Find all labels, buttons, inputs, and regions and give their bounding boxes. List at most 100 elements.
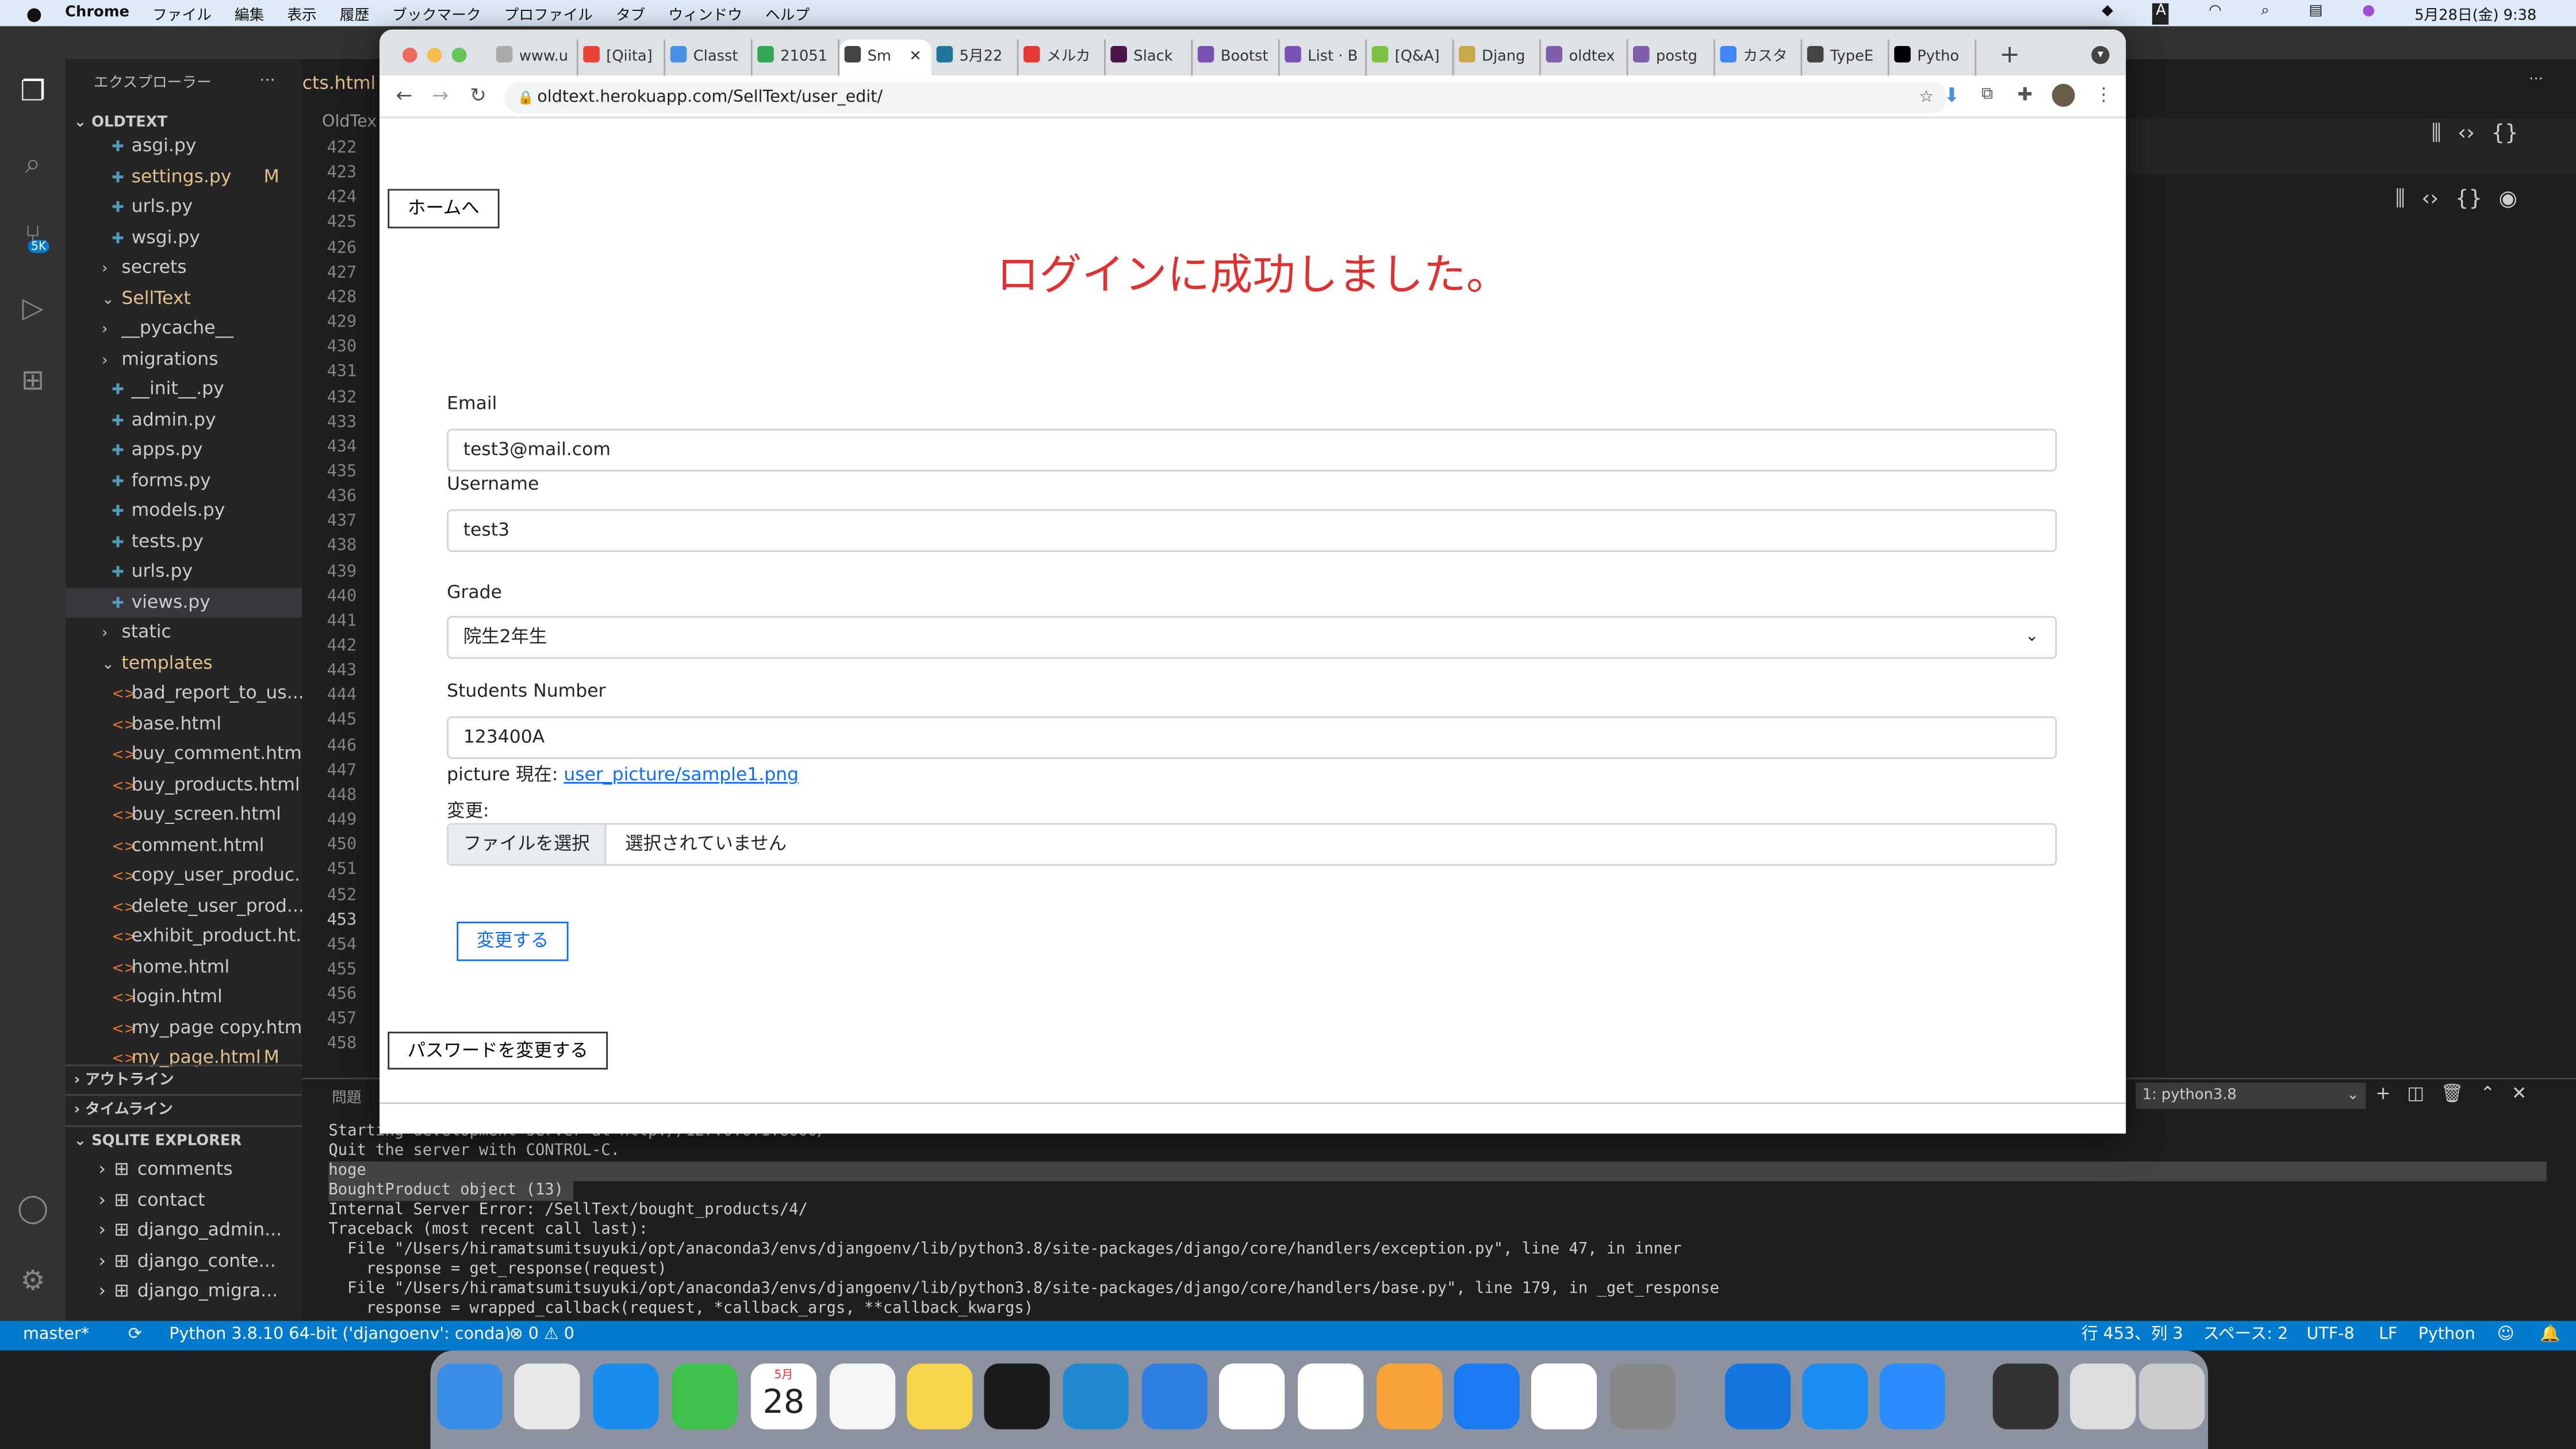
zoom-window-icon[interactable] <box>451 47 467 63</box>
sqlite-explorer-section[interactable]: ⌄ SQLITE EXPLORER <box>66 1125 302 1155</box>
tab-search-icon[interactable]: ▾ <box>2091 46 2110 64</box>
menu-tab[interactable]: タブ <box>616 2 645 24</box>
home-button[interactable]: ホームへ <box>388 189 500 229</box>
menu-profile[interactable]: プロファイル <box>504 2 593 24</box>
file-tree-item[interactable]: <>my_page copy.html <box>66 1013 302 1042</box>
branch-status[interactable]: master* <box>23 1321 89 1350</box>
file-tree-item[interactable]: ✚ urls.py <box>66 192 302 221</box>
run-debug-icon[interactable]: ▷ <box>17 293 49 325</box>
dock-evernote-icon[interactable] <box>1531 1363 1597 1429</box>
apple-icon[interactable]: ● <box>26 2 42 24</box>
dock-chrome-icon[interactable] <box>1219 1363 1285 1429</box>
dock-calendar-icon[interactable]: 5月 28 <box>750 1363 816 1429</box>
close-tab-icon[interactable]: ✕ <box>909 40 922 76</box>
new-tab-icon[interactable]: + <box>1999 40 2020 69</box>
browser-tab[interactable]: Classt <box>665 39 753 76</box>
browser-tab[interactable]: List · B <box>1280 39 1367 76</box>
file-tree-item[interactable]: ✚ forms.py <box>66 466 302 495</box>
file-tree-item[interactable]: <>base.html <box>66 709 302 738</box>
file-tree-item[interactable]: ⌄ templates <box>66 648 302 677</box>
dock-terminal-icon[interactable] <box>984 1363 1050 1429</box>
dock-screenshot-icon[interactable] <box>1992 1363 2058 1429</box>
file-tree-item[interactable]: <>exhibit_product.ht... <box>66 922 302 951</box>
menu-chrome[interactable]: Chrome <box>65 5 129 22</box>
siri-icon[interactable]: ● <box>2362 3 2375 25</box>
python-interpreter[interactable]: Python 3.8.10 64-bit ('djangoenv': conda… <box>169 1321 511 1350</box>
menu-help[interactable]: ヘルプ <box>765 2 810 24</box>
dock-reminders-icon[interactable] <box>829 1363 896 1429</box>
file-tree-item[interactable]: › secrets <box>66 253 302 282</box>
braces-icon[interactable]: {} <box>2491 121 2518 146</box>
language-mode[interactable]: Python <box>2418 1321 2475 1350</box>
sqlite-table-item[interactable]: › ⊞ django_admin... <box>66 1216 302 1245</box>
file-tree-item[interactable]: <>comment.html <box>66 830 302 860</box>
dock-pages-icon[interactable] <box>1377 1363 1443 1429</box>
file-tree-item[interactable]: ✚ urls.py <box>66 557 302 586</box>
compare-icon[interactable]: ⫼ <box>2432 121 2441 146</box>
wifi-icon[interactable]: ◠ <box>2209 3 2221 25</box>
file-tree-item[interactable]: ✚ apps.py <box>66 435 302 465</box>
browser-tab[interactable]: [Qiita] <box>578 39 666 76</box>
editor-tab[interactable]: cts.html <box>302 72 376 94</box>
close-panel-icon[interactable]: ✕ <box>2512 1083 2527 1104</box>
grade-select[interactable]: 院生2年生 ⌄ <box>447 616 2057 659</box>
file-tree-item[interactable]: ✚ views.py <box>66 587 302 617</box>
file-tree-item[interactable]: ⌄ SellText <box>66 283 302 313</box>
new-terminal-icon[interactable]: + <box>2375 1083 2390 1104</box>
choose-file-button[interactable]: ファイルを選択 <box>448 825 607 864</box>
sync-icon[interactable]: ⟳ <box>128 1321 142 1350</box>
evernote-icon[interactable]: ◆ <box>2102 3 2113 25</box>
sqlite-table-item[interactable]: › ⊞ comments <box>66 1155 302 1184</box>
reload-icon[interactable]: ↻ <box>470 84 486 107</box>
account-icon[interactable]: ◯ <box>17 1193 49 1225</box>
browser-tab[interactable]: oldtex <box>1541 39 1628 76</box>
dock-simulator-icon[interactable] <box>1802 1363 1868 1429</box>
forward-icon[interactable]: → <box>432 84 448 107</box>
dock-xcode-icon[interactable] <box>1725 1363 1791 1429</box>
browser-tab[interactable]: Bootst <box>1193 39 1280 76</box>
file-tree-item[interactable]: <>buy_products.html <box>66 770 302 799</box>
split-terminal-icon[interactable]: ◫ <box>2407 1083 2424 1104</box>
maximize-panel-icon[interactable]: ⌃ <box>2480 1083 2495 1104</box>
back-icon[interactable]: ← <box>396 84 413 107</box>
file-input[interactable]: ファイルを選択 選択されていません <box>447 823 2057 866</box>
dock-numbers-icon[interactable] <box>1298 1363 1364 1429</box>
browser-tab[interactable]: TypeE <box>1802 39 1889 76</box>
browser-tab[interactable]: postg <box>1628 39 1715 76</box>
cursor-position[interactable]: 行 453、列 3 <box>2082 1321 2183 1350</box>
file-tree-item[interactable]: ✚ tests.py <box>66 527 302 556</box>
students-number-field[interactable]: 123400A <box>447 716 2057 759</box>
file-tree-item[interactable]: › __pycache__ <box>66 314 302 343</box>
search-icon[interactable]: ⌕ <box>17 148 49 181</box>
browser-tab[interactable]: 21051 <box>753 39 839 76</box>
browser-tab[interactable]: カスタ <box>1715 39 1803 76</box>
extension-icon[interactable]: ⧉ <box>1981 86 1993 103</box>
dock-keynote-icon[interactable] <box>1141 1363 1208 1429</box>
bookmark-star-icon[interactable]: ☆ <box>1919 82 1934 113</box>
code-icon[interactable]: ‹› <box>2458 121 2475 146</box>
menu-file[interactable]: ファイル <box>152 2 212 24</box>
chrome-menu-icon[interactable]: ⋮ <box>2095 84 2113 105</box>
terminal-select[interactable]: 1: python3.8 ⌄ <box>2136 1082 2366 1109</box>
browser-tab[interactable]: Pytho <box>1889 39 1977 76</box>
spotlight-icon[interactable]: ⌕ <box>2261 3 2269 25</box>
outline-section[interactable]: › アウトライン <box>66 1064 302 1094</box>
eol[interactable]: LF <box>2379 1321 2397 1350</box>
dock-system-preferences-icon[interactable] <box>1610 1363 1676 1429</box>
file-tree-item[interactable]: ✚ wsgi.py <box>66 223 302 252</box>
dock-facetime-icon[interactable] <box>672 1363 738 1429</box>
browser-tab[interactable]: メルカ <box>1018 39 1106 76</box>
file-tree-item[interactable]: ✚ __init__.py <box>66 374 302 404</box>
file-tree-item[interactable]: ✚ models.py <box>66 496 302 526</box>
dock-trash-icon[interactable] <box>2070 1363 2136 1429</box>
close-window-icon[interactable] <box>402 47 417 63</box>
notifications-icon[interactable]: 🔔 <box>2540 1321 2560 1350</box>
preview-eye-icon[interactable]: ◉ <box>2499 187 2517 212</box>
browser-tab[interactable]: 5月22 <box>931 39 1019 76</box>
file-tree-item[interactable]: <>buy_screen.html <box>66 800 302 829</box>
breadcrumb[interactable]: OldTex <box>322 113 377 131</box>
extensions-puzzle-icon[interactable]: ✚ <box>2018 84 2033 105</box>
file-tree-item[interactable]: <>home.html <box>66 952 302 982</box>
browser-tab[interactable]: Djang <box>1454 39 1541 76</box>
minimize-window-icon[interactable] <box>427 47 442 63</box>
